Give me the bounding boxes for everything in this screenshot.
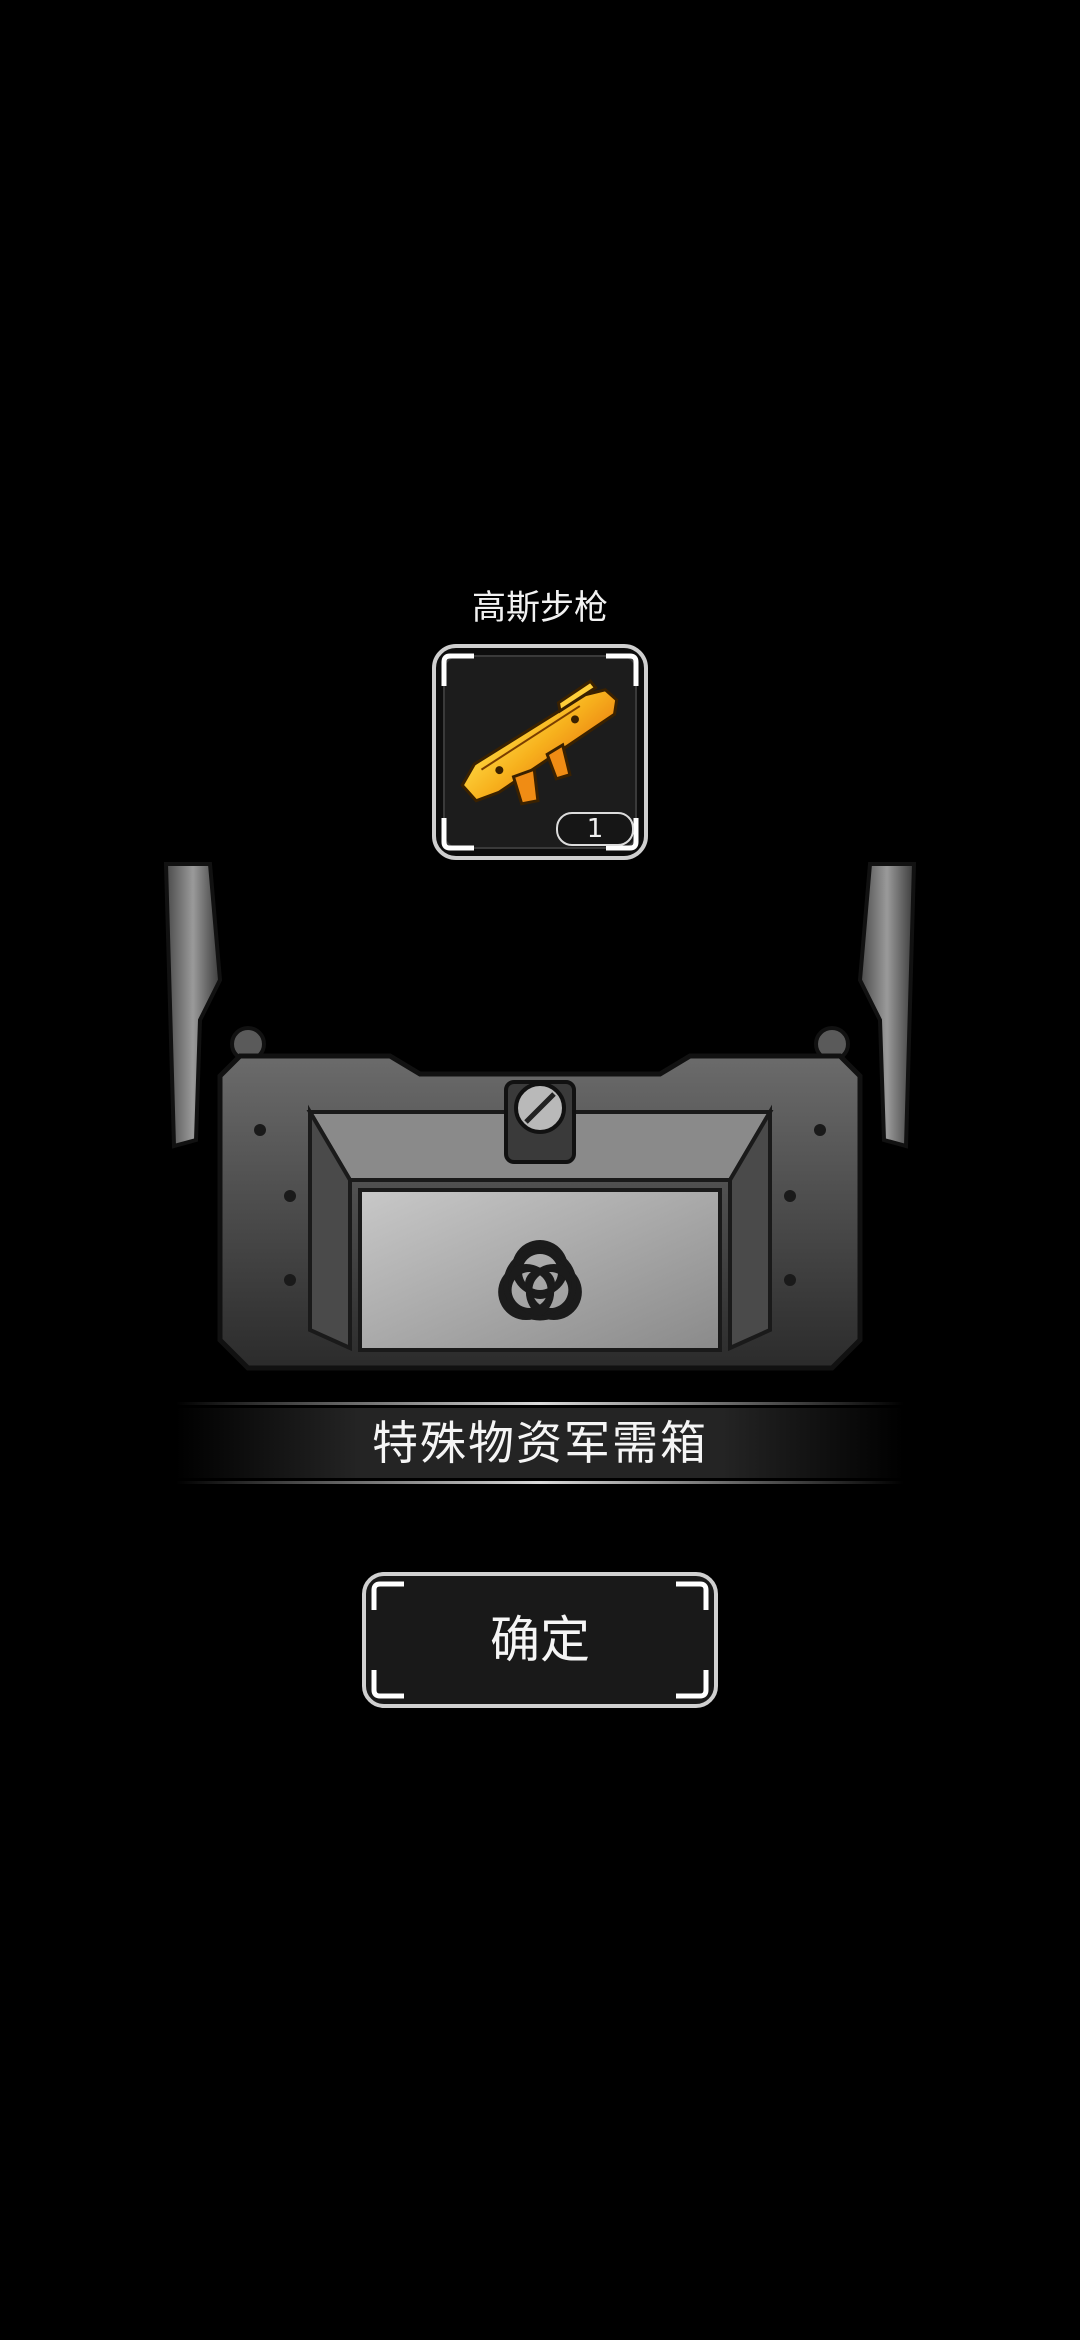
crate-title-banner: 特殊物资军需箱: [176, 1400, 904, 1488]
confirm-button[interactable]: 确定: [360, 1570, 720, 1710]
reward-item-slot[interactable]: 1: [430, 642, 650, 862]
gauss-rifle-icon: [460, 679, 619, 806]
supply-crate: [163, 862, 917, 1371]
banner-top-line: [176, 1402, 904, 1405]
item-count-badge: 1: [556, 812, 634, 846]
confirm-button-label: 确定: [490, 1611, 590, 1669]
reward-name: 高斯步枪: [472, 588, 608, 628]
crate-title: 特殊物资军需箱: [372, 1416, 708, 1470]
banner-bottom-line: [176, 1481, 904, 1484]
